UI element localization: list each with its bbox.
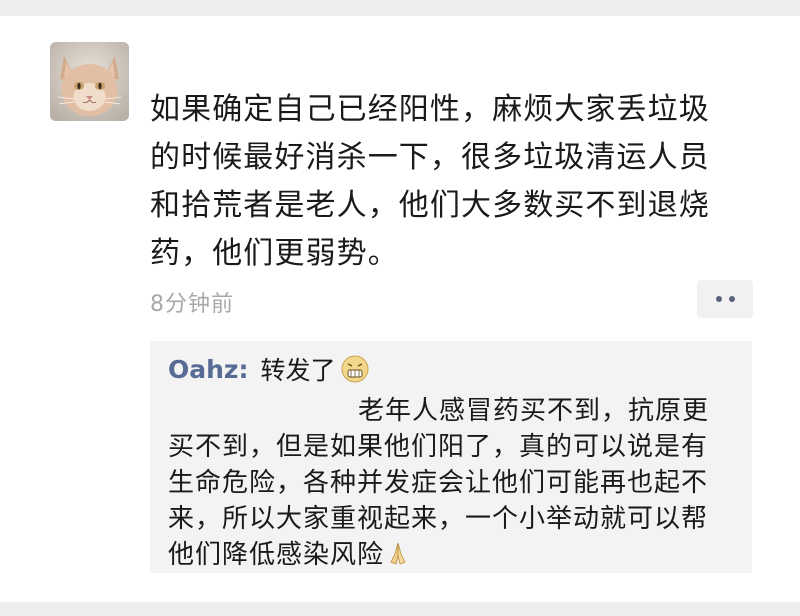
comment-body: 老年人感冒药买不到，抗原更 买不到，但是如果他们阳了，真的可以说是有 生命危险，… bbox=[168, 393, 748, 573]
comment-line-last: 他们降低感染风险 bbox=[168, 537, 748, 573]
comment-line: 老年人感冒药买不到，抗原更 bbox=[358, 396, 710, 426]
bottom-divider bbox=[0, 602, 800, 616]
top-divider bbox=[0, 0, 800, 16]
comment-intro: 转发了 bbox=[260, 356, 336, 385]
comment-line: 来，所以大家重视起来，一个小举动就可以帮 bbox=[168, 504, 709, 534]
comment-line: 生命危险，各种并发症会让他们可能再也起不 bbox=[168, 468, 709, 498]
more-options-button[interactable] bbox=[697, 280, 753, 318]
post-text-line: 和拾荒者是老人，他们大多数买不到退烧 bbox=[150, 188, 710, 223]
comment-author-link[interactable]: Oahz bbox=[168, 355, 238, 384]
comment-separator: : bbox=[238, 354, 249, 384]
comment-header: Oahz : 转发了 bbox=[168, 351, 370, 387]
post-timestamp: 8分钟前 bbox=[150, 292, 234, 317]
post-text: 如果确定自己已经阳性，麻烦大家丢垃圾 的时候最好消杀一下，很多垃圾清运人员 和拾… bbox=[150, 86, 750, 278]
comment-line: 买不到，但是如果他们阳了，真的可以说是有 bbox=[168, 432, 709, 462]
comment-line: 他们降低感染风险 bbox=[168, 540, 385, 570]
comment-area: Oahz : 转发了 老年人感冒药买不到，抗原更 买不到，但是如果他们阳了，真的… bbox=[150, 341, 752, 573]
more-dots-icon bbox=[715, 296, 735, 302]
post-text-line: 药，他们更弱势。 bbox=[150, 236, 399, 271]
praying-hands-icon bbox=[386, 540, 410, 566]
post-text-line: 如果确定自己已经阳性，麻烦大家丢垃圾 bbox=[150, 92, 710, 127]
avatar[interactable] bbox=[50, 42, 129, 121]
cat-avatar-image bbox=[50, 42, 129, 121]
post-text-line: 的时候最好消杀一下，很多垃圾清运人员 bbox=[150, 140, 710, 175]
grimace-face-icon bbox=[340, 354, 370, 384]
